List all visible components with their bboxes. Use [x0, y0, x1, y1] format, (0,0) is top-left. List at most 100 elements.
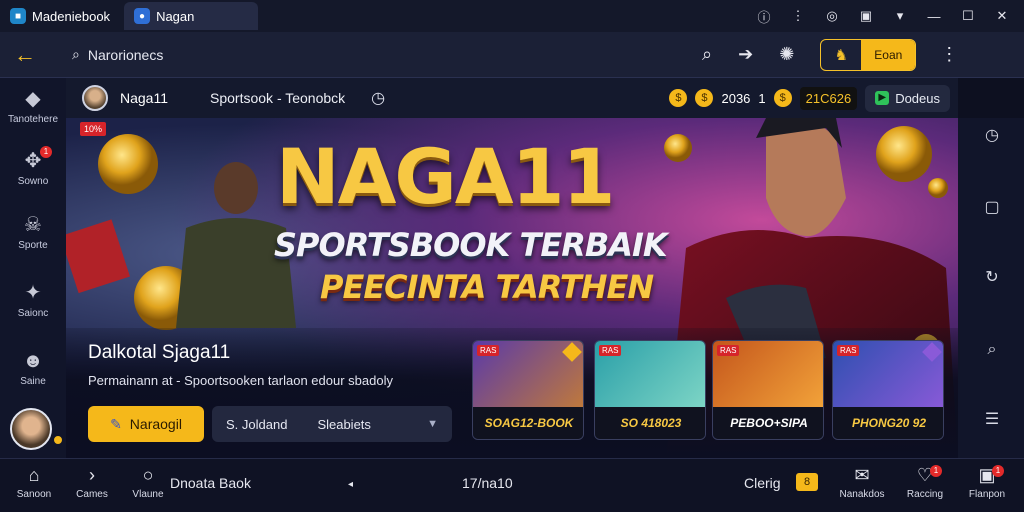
- more-icon[interactable]: ⋮: [940, 44, 958, 65]
- avatar[interactable]: [10, 408, 52, 450]
- square-icon[interactable]: ▢: [982, 198, 1002, 218]
- sidebar-item-saionc[interactable]: ✦ Saionc: [0, 282, 66, 319]
- account-name: Naga11: [120, 90, 169, 106]
- coins-b-value: 1: [758, 90, 766, 106]
- info-icon[interactable]: ⓘ: [756, 8, 772, 25]
- search-icon[interactable]: ⌕: [982, 340, 1002, 360]
- wallet-button[interactable]: ♞ Eoan: [820, 38, 917, 71]
- wifi-icon[interactable]: ▾: [892, 8, 908, 24]
- coin-icon: [98, 134, 158, 194]
- keyboard-icon[interactable]: ▣: [858, 8, 874, 24]
- sidebar-item-label: Saionc: [17, 308, 49, 319]
- notification-badge: 1: [40, 146, 52, 158]
- coin-icon: [664, 134, 692, 162]
- search-icon: ⌕: [72, 46, 80, 62]
- game-card-label: PEBOO+SIPA: [713, 407, 823, 439]
- tab-nagan[interactable]: ● Nagan: [124, 2, 259, 30]
- gamepad-icon[interactable]: ◎: [824, 8, 840, 24]
- select-left: S. Joldand: [226, 416, 288, 432]
- box-logo-icon: ■: [10, 8, 26, 24]
- minimize-icon[interactable]: —: [926, 8, 942, 24]
- hero-subtitle: SPORTSBOOK TERBAIK: [274, 226, 668, 264]
- sidebar-item-saine[interactable]: ☻ Saine: [0, 350, 66, 387]
- trophy-icon: ▣: [978, 465, 996, 485]
- select-right: Sleabiets: [317, 416, 371, 432]
- nav-label: Raccing: [906, 489, 944, 500]
- nav-label: Vlaune: [132, 489, 164, 500]
- triangle-left-icon[interactable]: ◂: [348, 479, 353, 490]
- coins-a-value: 2036: [721, 90, 751, 106]
- left-sidebar: ◆ Tanotehere ✥ 1 Sowno ☠ Sporte ✦ Saionc…: [0, 78, 66, 458]
- nav-label: Nanakdos: [839, 489, 885, 500]
- nav-racing[interactable]: ♡ 1 Raccing: [898, 465, 952, 500]
- avatar-status-icon: [52, 434, 64, 446]
- hero-description: Permainann at - Spoortsooken tarlaon edo…: [88, 373, 393, 388]
- hero-banner[interactable]: 10% NAGA11 SPORTSBOOK TERBAIK PEECINTA T…: [66, 118, 958, 458]
- game-card[interactable]: RAS PEBOO+SIPA: [712, 340, 824, 440]
- share-icon[interactable]: ➔: [738, 44, 753, 65]
- game-card[interactable]: RAS PHONG20 92: [832, 340, 944, 440]
- chevron-right-icon: ›: [89, 465, 95, 485]
- nav-label: Flanpon: [968, 489, 1006, 500]
- tab-madeniebook[interactable]: ■ Madeniebook: [0, 2, 120, 30]
- wallet-icon: ♞: [834, 46, 848, 64]
- primary-button-label: Naraogil: [129, 416, 182, 432]
- section-tab[interactable]: Sportsook - Teonobck: [210, 90, 345, 106]
- back-arrow-icon[interactable]: ←: [14, 42, 44, 68]
- card-tag: RAS: [599, 345, 622, 356]
- nav-next[interactable]: › Cames: [70, 465, 114, 500]
- tab-label: Madeniebook: [32, 8, 111, 24]
- search-input[interactable]: ⌕ Narorionecs: [72, 46, 692, 63]
- game-card-label: SOAG12-BOOK: [473, 407, 583, 439]
- nav-chat[interactable]: ✉ Nanakdos: [832, 465, 892, 500]
- window-controls: ⓘ ⋮ ◎ ▣ ▾ — ☐ ✕: [756, 8, 1024, 25]
- sidebar-item-sporte[interactable]: ☠ Sporte: [0, 214, 66, 251]
- sidebar-item-tanotehere[interactable]: ◆ Tanotehere: [0, 88, 66, 125]
- sidebar-item-label: Sowno: [17, 176, 49, 187]
- list-icon[interactable]: ☰: [982, 410, 1002, 430]
- skull-icon: ☠: [24, 214, 42, 236]
- filter-select[interactable]: S. Joldand Sleabiets ▼: [212, 406, 452, 442]
- page-counter: 17/na10: [462, 475, 513, 491]
- bottom-bar: ⌂ Sanoon › Cames ○ Vlaune Dnoata Baok ◂ …: [0, 458, 1024, 512]
- deposit-button[interactable]: ▶ Dodeus: [865, 84, 950, 112]
- refresh-icon[interactable]: ↻: [982, 268, 1002, 288]
- chat-icon: ✉: [854, 465, 870, 485]
- coin-icon: $: [695, 89, 714, 107]
- game-card[interactable]: RAS SO 418023: [594, 340, 706, 440]
- hero-title: NAGA11: [276, 132, 615, 221]
- tab-label: Nagan: [156, 8, 195, 24]
- toolbar-icons: ⌕ ➔ ✺: [702, 44, 794, 65]
- balance-value: 21C626: [799, 86, 858, 110]
- hero-tagline: PEECINTA TARTHEN: [320, 268, 654, 306]
- app-logo-icon: ●: [134, 8, 151, 24]
- bars-icon[interactable]: ⋮: [790, 8, 806, 24]
- settings-icon[interactable]: ✺: [779, 44, 794, 65]
- circle-icon: ○: [142, 465, 154, 485]
- game-card[interactable]: RAS SOAG12-BOOK: [472, 340, 584, 440]
- nav-circle[interactable]: ○ Vlaune: [126, 465, 170, 500]
- sidebar-item-label: Saine: [20, 376, 46, 387]
- search-icon[interactable]: ⌕: [702, 44, 712, 65]
- coin-icon: $: [773, 89, 792, 107]
- maximize-icon[interactable]: ☐: [960, 8, 976, 24]
- sidebar-item-sowno[interactable]: ✥ 1 Sowno: [0, 146, 66, 187]
- close-icon[interactable]: ✕: [994, 8, 1010, 24]
- nav-trophy[interactable]: ▣ 1 Flanpon: [960, 465, 1014, 500]
- sidebar-item-label: Tanotehere: [7, 114, 59, 125]
- nav-home[interactable]: ⌂ Sanoon: [12, 465, 56, 500]
- coin-icon: $: [669, 89, 688, 107]
- app-window: ■ Madeniebook ● Nagan ⓘ ⋮ ◎ ▣ ▾ — ☐ ✕ ← …: [0, 0, 1024, 512]
- search-text: Narorionecs: [87, 46, 164, 63]
- controller-icon: ✦: [24, 282, 42, 304]
- clock-icon[interactable]: ◷: [371, 88, 385, 108]
- deposit-icon: ▶: [875, 91, 890, 105]
- right-rail: ◷ ▢ ↻ ⌕ ☰: [958, 118, 1024, 458]
- title-bar: ■ Madeniebook ● Nagan ⓘ ⋮ ◎ ▣ ▾ — ☐ ✕: [0, 0, 1024, 32]
- pencil-icon: ✎: [110, 415, 122, 432]
- game-card-label: PHONG20 92: [833, 407, 943, 439]
- primary-button[interactable]: ✎ Naraogil: [88, 406, 204, 442]
- avatar-small[interactable]: [82, 85, 108, 111]
- clock-icon[interactable]: ◷: [982, 126, 1002, 146]
- card-icon: ◆: [25, 88, 41, 110]
